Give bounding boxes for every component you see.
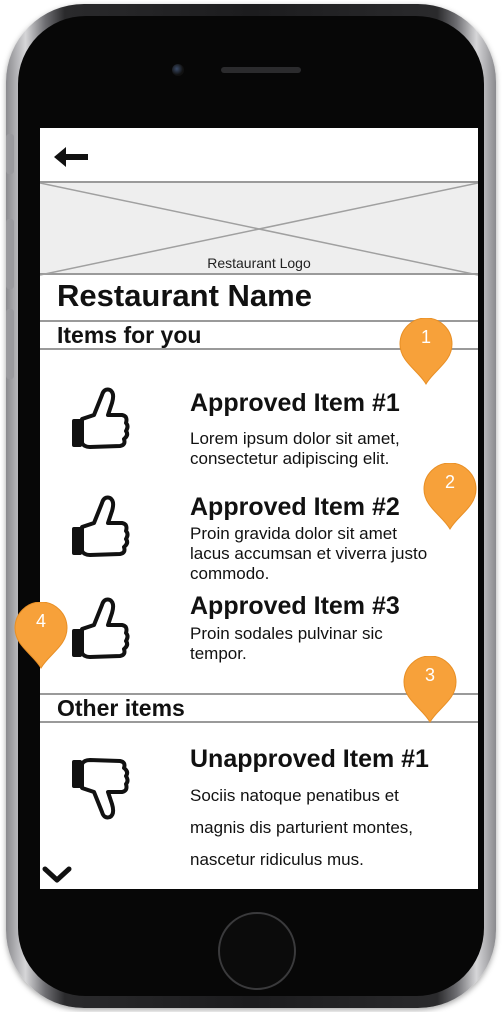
app-screen: Restaurant Logo Restaurant Name Items fo… [40, 128, 478, 889]
thumbs-down-icon [72, 758, 130, 820]
thumbs-up-icon [72, 597, 130, 659]
thumbs-up-icon [72, 387, 130, 449]
mute-switch [6, 134, 14, 174]
annotation-number: 2 [444, 472, 455, 492]
annotation-number: 4 [35, 611, 46, 631]
thumbs-up-icon [72, 495, 130, 557]
home-button[interactable] [218, 912, 296, 990]
item-description: Lorem ipsum dolor sit amet, consectetur … [190, 429, 400, 468]
item-description: Proin sodales pulvinar sic tempor. [190, 624, 383, 663]
earpiece-speaker [221, 67, 301, 73]
annotation-marker: 2 [422, 462, 478, 533]
item-title: Approved Item #1 [190, 389, 400, 417]
annotation-marker: 3 [402, 655, 458, 726]
item-description: Proin gravida dolor sit amet lacus accum… [190, 524, 428, 583]
front-camera [172, 64, 184, 76]
volume-down-button [6, 309, 14, 379]
annotation-marker: 1 [398, 317, 454, 388]
restaurant-name: Restaurant Name [57, 278, 312, 313]
volume-up-button [6, 219, 14, 289]
logo-label: Restaurant Logo [207, 255, 311, 271]
chevron-down-icon[interactable] [42, 864, 72, 886]
back-arrow-icon[interactable] [54, 145, 88, 169]
restaurant-logo-placeholder: Restaurant Logo [40, 181, 478, 276]
item-title: Unapproved Item #1 [190, 745, 429, 773]
item-description: Sociis natoque penatibus et magnis dis p… [190, 786, 413, 869]
item-title: Approved Item #3 [190, 592, 400, 620]
annotation-number: 3 [424, 665, 435, 685]
annotation-number: 1 [420, 327, 431, 347]
annotation-marker: 4 [13, 601, 69, 672]
item-title: Approved Item #2 [190, 493, 400, 521]
